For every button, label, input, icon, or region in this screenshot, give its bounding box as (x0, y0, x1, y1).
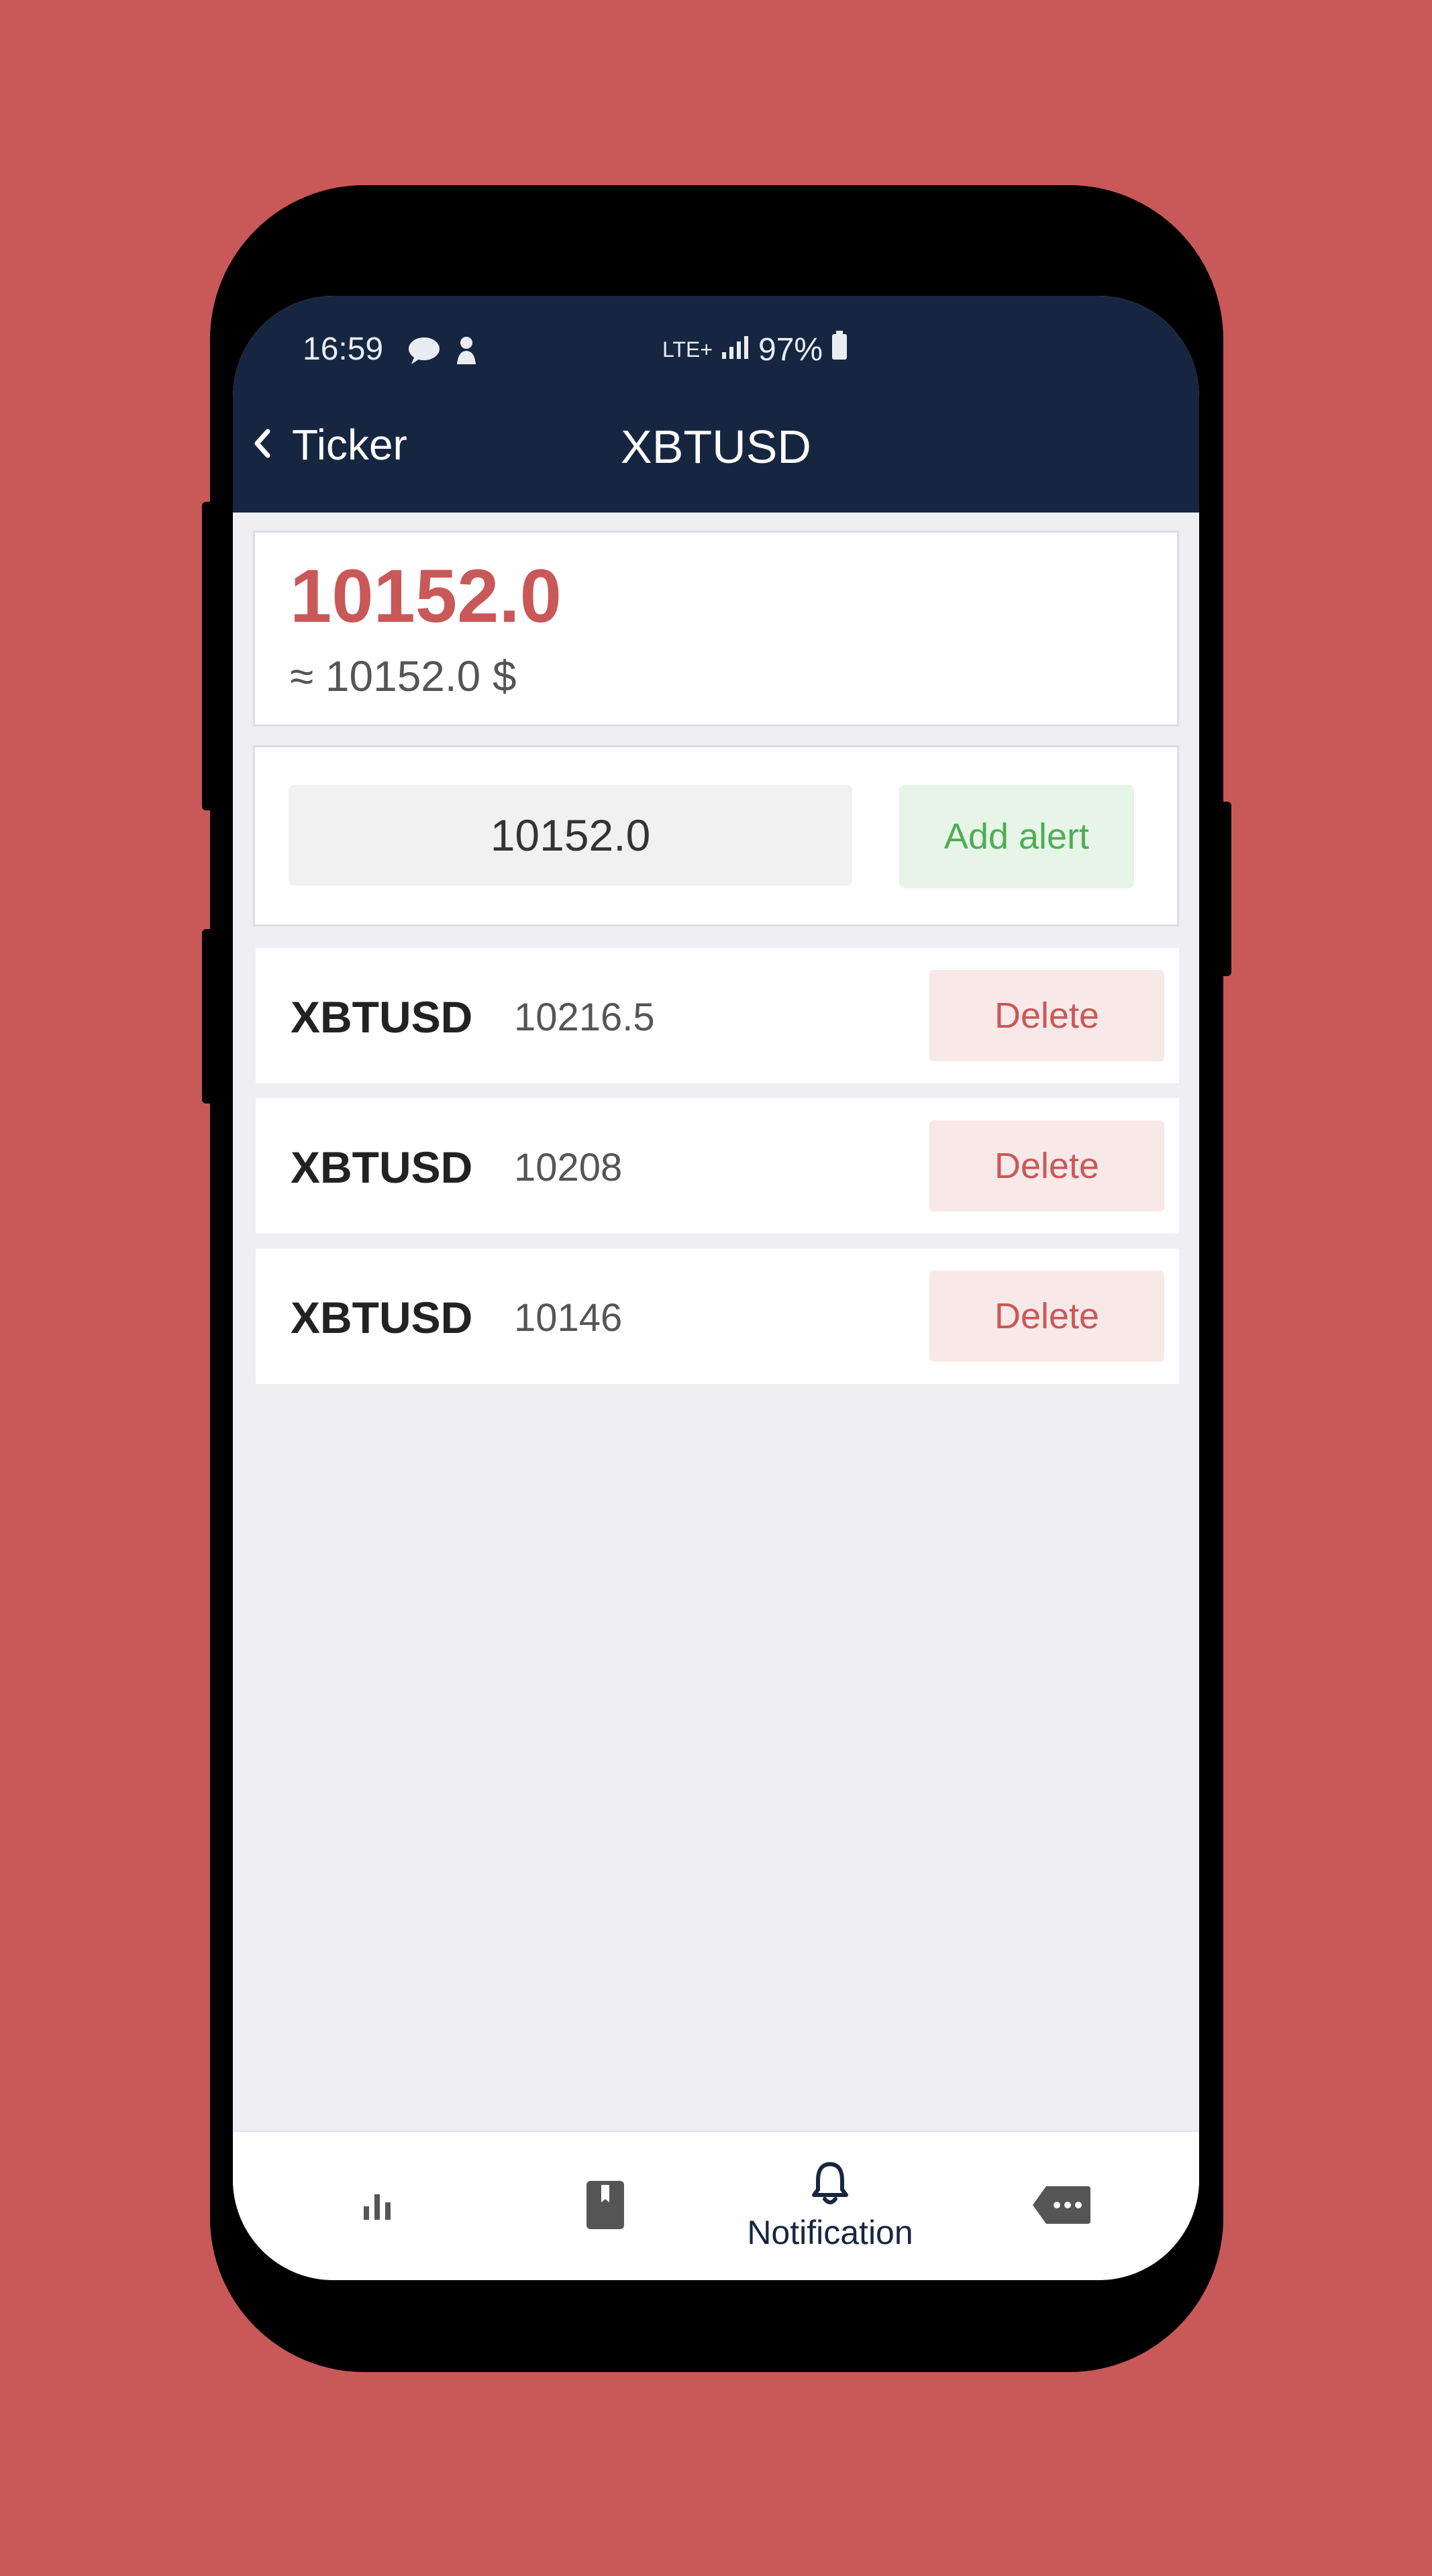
battery-icon (831, 331, 848, 368)
tab-notification[interactable]: Notification (703, 2132, 958, 2280)
side-button (1218, 802, 1231, 976)
bar-chart-icon (357, 2185, 397, 2229)
price-card: 10152.0 ≈ 10152.0 $ (253, 531, 1179, 727)
tab-notification-label: Notification (747, 2214, 913, 2251)
alert-form: Add alert (253, 745, 1179, 926)
tab-chart[interactable] (287, 2132, 468, 2280)
signal-icon (721, 331, 750, 368)
status-time: 16:59 (303, 331, 384, 367)
battery-percent: 97% (758, 331, 823, 368)
bookmark-icon (584, 2180, 627, 2234)
alert-value: 10146 (514, 1296, 623, 1340)
current-price: 10152.0 (290, 554, 562, 638)
top-header: 16:59 LTE+ 97% Ticker XBTUSD (233, 296, 1199, 513)
chat-icon (407, 336, 441, 369)
message-more-icon (1031, 2184, 1092, 2230)
alert-row: XBTUSD 10146 Delete (256, 1248, 1179, 1384)
tab-messages[interactable] (971, 2132, 1152, 2280)
approx-usd-price: ≈ 10152.0 $ (290, 652, 517, 700)
alert-symbol: XBTUSD (291, 992, 473, 1042)
alert-symbol: XBTUSD (291, 1293, 473, 1342)
alert-value: 10216.5 (514, 996, 655, 1039)
delete-alert-button[interactable]: Delete (929, 970, 1164, 1061)
power-button (202, 502, 215, 810)
person-icon (453, 335, 480, 369)
delete-alert-button[interactable]: Delete (929, 1271, 1164, 1362)
add-alert-button[interactable]: Add alert (899, 785, 1134, 888)
bottom-tab-bar: Notification (233, 2131, 1199, 2280)
alert-row: XBTUSD 10216.5 Delete (256, 948, 1179, 1083)
tab-bookmark[interactable] (515, 2132, 696, 2280)
app-screen: 16:59 LTE+ 97% Ticker XBTUSD 10152.0 ≈ 1… (233, 296, 1199, 2280)
alert-value: 10208 (514, 1146, 623, 1189)
bell-icon (809, 2161, 852, 2209)
alert-price-input[interactable] (289, 785, 852, 885)
alert-symbol: XBTUSD (291, 1142, 473, 1192)
volume-button (202, 929, 215, 1104)
page-title: XBTUSD (621, 421, 811, 473)
network-label: LTE+ (662, 337, 713, 362)
alert-row: XBTUSD 10208 Delete (256, 1098, 1179, 1234)
delete-alert-button[interactable]: Delete (929, 1120, 1164, 1212)
status-right: LTE+ 97% (662, 331, 848, 368)
